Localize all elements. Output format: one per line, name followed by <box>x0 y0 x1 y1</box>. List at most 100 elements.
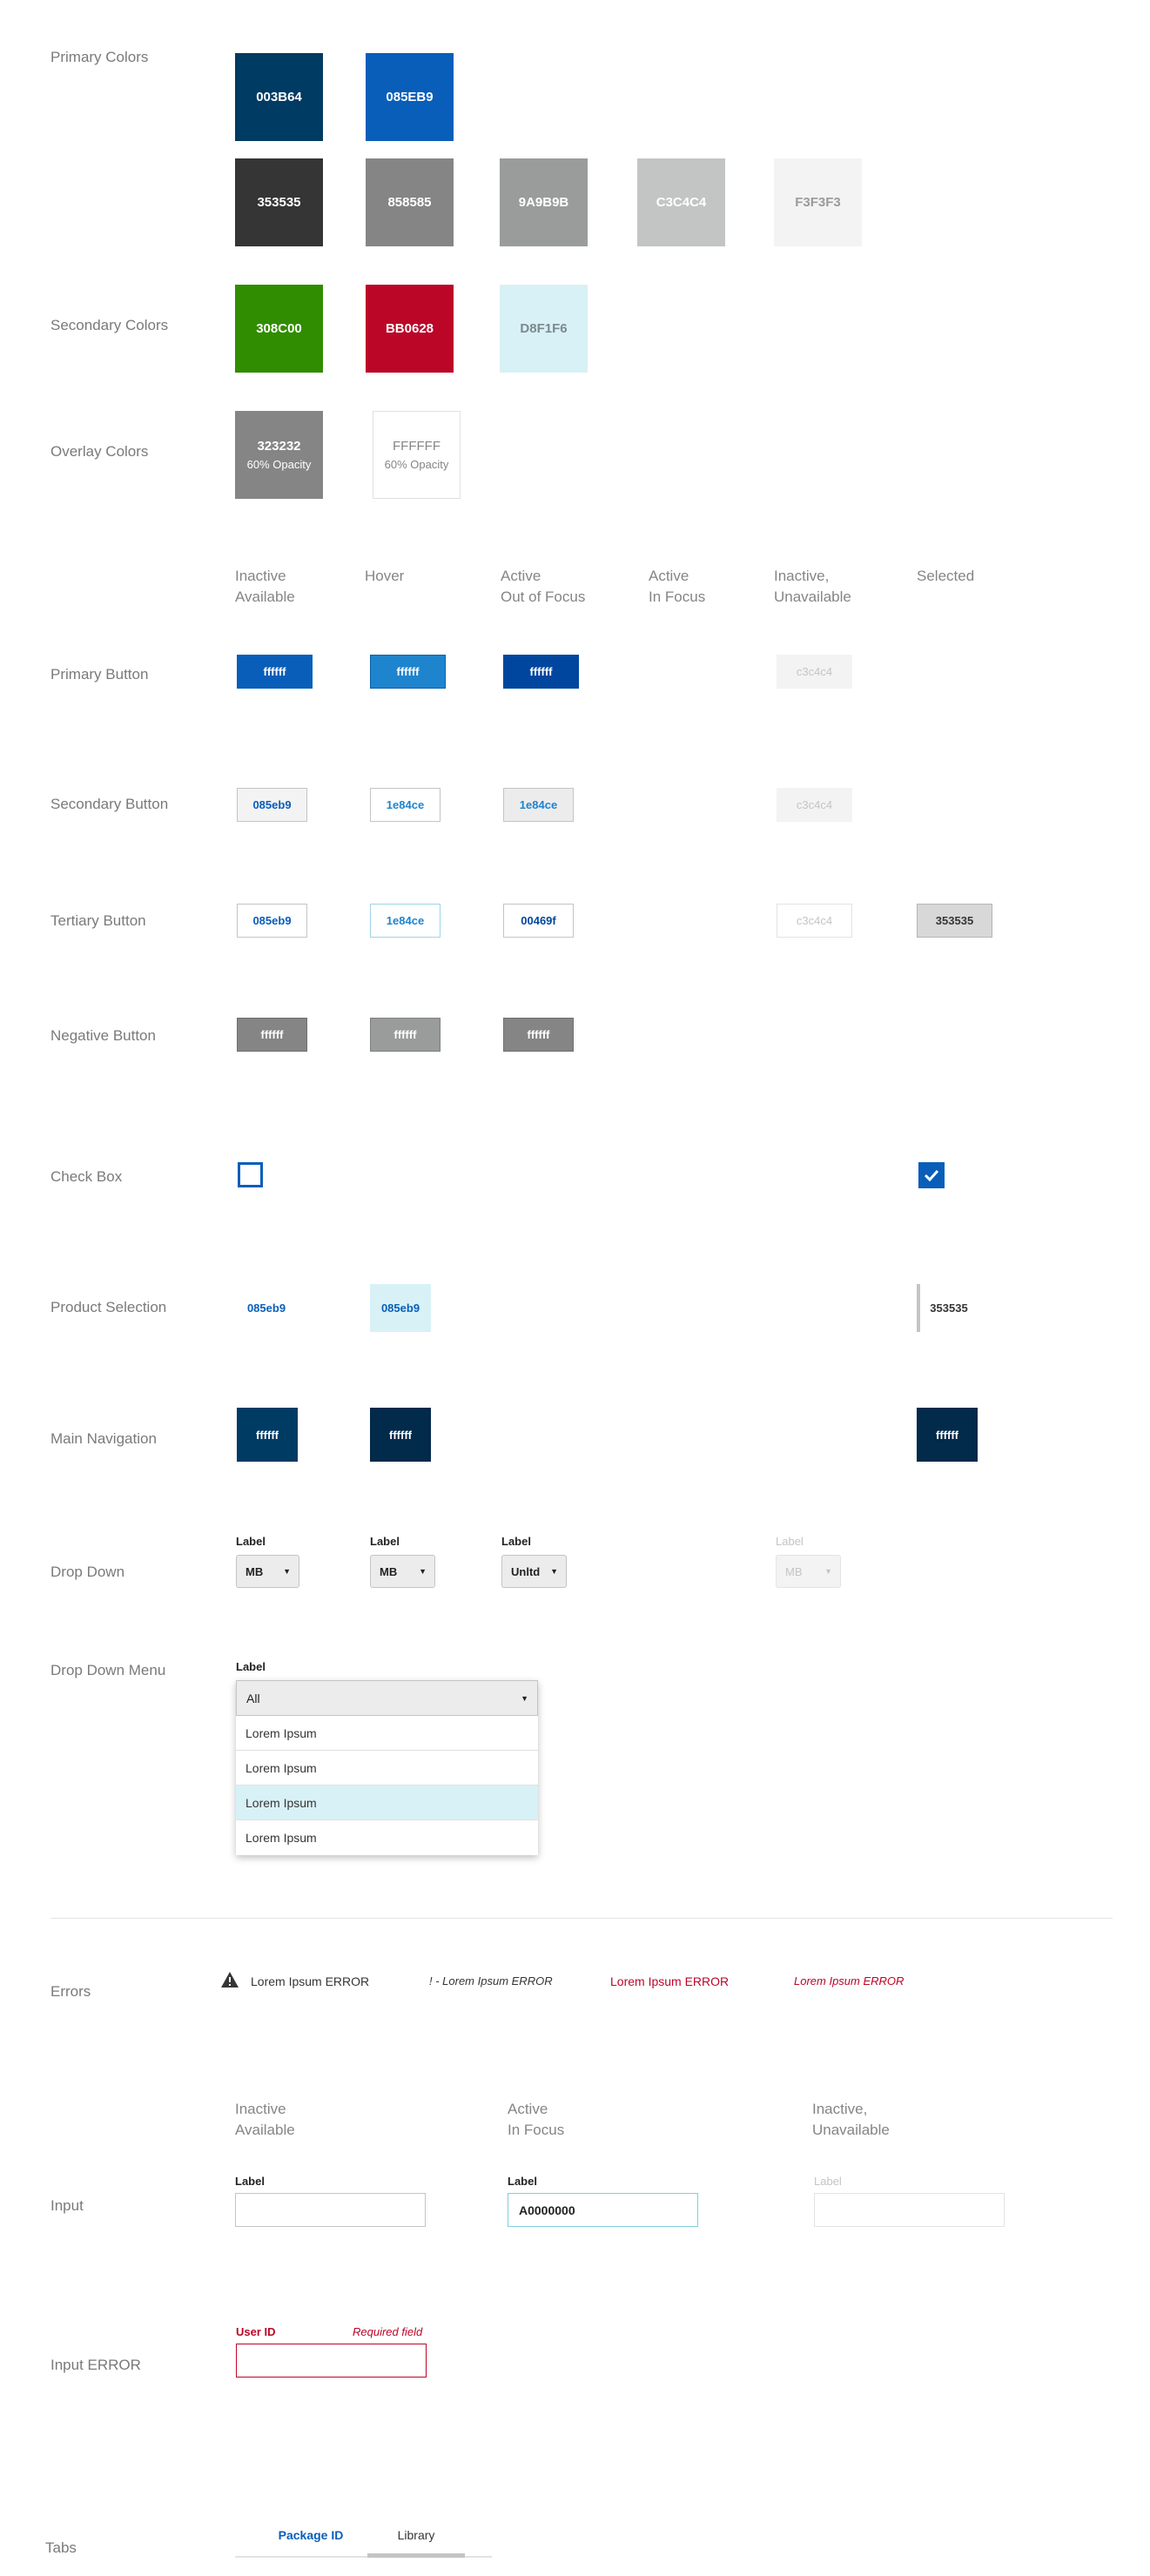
tertiary-button-hover[interactable]: 1e84ce <box>370 904 440 938</box>
state-head-unavailable: Inactive, Unavailable <box>774 568 851 605</box>
input-active[interactable]: A0000000 <box>508 2193 698 2227</box>
primary-colors-label: Primary Colors <box>50 49 149 65</box>
swatch-c3c4c4: C3C4C4 <box>637 158 725 246</box>
tertiary-button-selected[interactable]: 353535 <box>917 904 992 938</box>
negative-button-inactive[interactable]: ffffff <box>237 1018 307 1052</box>
secondary-button-inactive[interactable]: 085eb9 <box>237 788 307 822</box>
primary-button-label: Primary Button <box>50 666 149 683</box>
product-selection-label: Product Selection <box>50 1299 167 1315</box>
input-active-label: Label <box>508 2175 537 2188</box>
tertiary-button-label: Tertiary Button <box>50 912 146 929</box>
drop-down-inactive[interactable]: MB ▼ <box>236 1555 299 1588</box>
tab-package-id[interactable]: Package ID <box>272 2528 350 2542</box>
input-unavailable <box>814 2193 1005 2227</box>
swatch-308c00: 308C00 <box>235 285 323 373</box>
check-icon <box>924 1169 939 1181</box>
input-head-unavailable: Inactive, Unavailable <box>812 2101 890 2138</box>
main-nav-hover[interactable]: ffffff <box>370 1408 431 1462</box>
overlay-colors-label: Overlay Colors <box>50 443 149 460</box>
tertiary-button-active[interactable]: 00469f <box>503 904 574 938</box>
negative-button-active[interactable]: ffffff <box>503 1018 574 1052</box>
drop-down-menu-item[interactable]: Lorem Ipsum <box>236 1820 538 1855</box>
swatch-003b64: 003B64 <box>235 53 323 141</box>
state-head-selected: Selected <box>917 568 975 584</box>
input-unavailable-label: Label <box>814 2175 842 2188</box>
drop-down-menu: All ▼ Lorem Ipsum Lorem Ipsum Lorem Ipsu… <box>236 1680 538 1855</box>
main-nav-selected[interactable]: ffffff <box>917 1408 978 1462</box>
checkbox-unchecked[interactable] <box>238 1162 263 1187</box>
input-error-field[interactable] <box>236 2344 427 2378</box>
product-selection-inactive[interactable]: 085eb9 <box>237 1284 296 1332</box>
check-box-label: Check Box <box>50 1168 123 1185</box>
tabs-label: Tabs <box>45 2539 77 2556</box>
secondary-button-label: Secondary Button <box>50 796 169 812</box>
swatch-bb0628: BB0628 <box>366 285 454 373</box>
input-inactive[interactable] <box>235 2193 426 2227</box>
drop-down-menu-item[interactable]: Lorem Ipsum <box>236 1716 538 1751</box>
caret-down-icon: ▼ <box>419 1567 427 1576</box>
swatch-9a9b9b: 9A9B9B <box>500 158 588 246</box>
secondary-button-hover[interactable]: 1e84ce <box>370 788 440 822</box>
caret-down-icon: ▼ <box>283 1567 291 1576</box>
main-navigation-label: Main Navigation <box>50 1430 157 1447</box>
caret-down-icon: ▼ <box>824 1567 832 1576</box>
input-head-inactive: Inactive Available <box>235 2101 295 2138</box>
product-selection-hover[interactable]: 085eb9 <box>370 1284 431 1332</box>
tertiary-button-unavailable: c3c4c4 <box>777 904 852 938</box>
swatch-f3f3f3: F3F3F3 <box>774 158 862 246</box>
swatch-overlay-ffffff: FFFFFF 60% Opacity <box>373 411 461 499</box>
drop-down-hover[interactable]: MB ▼ <box>370 1555 435 1588</box>
swatch-353535: 353535 <box>235 158 323 246</box>
input-error-label: Input ERROR <box>50 2357 141 2373</box>
swatch-overlay-323232: 323232 60% Opacity <box>235 411 323 499</box>
primary-button-inactive[interactable]: ffffff <box>237 655 313 689</box>
state-head-hover: Hover <box>365 568 405 584</box>
drop-down-label: Drop Down <box>50 1564 125 1580</box>
tertiary-button-inactive[interactable]: 085eb9 <box>237 904 307 938</box>
secondary-button-active[interactable]: 1e84ce <box>503 788 574 822</box>
state-head-active-in: Active In Focus <box>649 568 706 605</box>
warning-icon <box>220 1971 239 1993</box>
errors-label: Errors <box>50 1983 91 2000</box>
swatch-858585: 858585 <box>366 158 454 246</box>
checkbox-checked[interactable] <box>918 1162 945 1188</box>
error-message-icon: Lorem Ipsum ERROR <box>251 1974 370 1988</box>
negative-button-label: Negative Button <box>50 1027 156 1044</box>
drop-down-menu-field-label: Label <box>236 1660 266 1673</box>
caret-down-icon: ▼ <box>521 1693 528 1703</box>
drop-down-active-label: Label <box>501 1535 531 1548</box>
tab-library[interactable]: Library <box>367 2528 465 2542</box>
input-error-field-label: User ID <box>236 2325 276 2338</box>
secondary-button-unavailable: c3c4c4 <box>777 788 852 822</box>
product-selection-selected[interactable]: 353535 <box>917 1284 978 1332</box>
primary-button-active[interactable]: ffffff <box>503 655 579 689</box>
input-head-active: Active In Focus <box>508 2101 565 2138</box>
swatch-085eb9: 085EB9 <box>366 53 454 141</box>
error-message-prefix: ! - Lorem Ipsum ERROR <box>429 1974 553 1987</box>
drop-down-hover-label: Label <box>370 1535 400 1548</box>
drop-down-menu-select[interactable]: All ▼ <box>236 1680 538 1716</box>
state-head-active-out: Active Out of Focus <box>501 568 586 605</box>
caret-down-icon: ▼ <box>550 1567 558 1576</box>
drop-down-menu-item-hovered[interactable]: Lorem Ipsum <box>236 1786 538 1820</box>
drop-down-active[interactable]: Unltd ▼ <box>501 1555 567 1588</box>
primary-button-hover[interactable]: ffffff <box>370 655 446 689</box>
drop-down-unavailable: MB ▼ <box>776 1555 841 1588</box>
error-message-red-italic: Lorem Ipsum ERROR <box>794 1974 905 1987</box>
section-divider <box>50 1918 1113 1919</box>
tab-library-indicator <box>367 2553 465 2558</box>
drop-down-unavailable-label: Label <box>776 1535 804 1548</box>
error-message-red: Lorem Ipsum ERROR <box>610 1974 730 1988</box>
drop-down-menu-label: Drop Down Menu <box>50 1662 166 1678</box>
state-head-inactive: Inactive Available <box>235 568 295 605</box>
input-label: Input <box>50 2197 84 2214</box>
main-nav-inactive[interactable]: ffffff <box>237 1408 298 1462</box>
drop-down-inactive-label: Label <box>236 1535 266 1548</box>
input-inactive-label: Label <box>235 2175 265 2188</box>
swatch-d8f1f6: D8F1F6 <box>500 285 588 373</box>
primary-button-unavailable: c3c4c4 <box>777 655 852 689</box>
drop-down-menu-item[interactable]: Lorem Ipsum <box>236 1751 538 1786</box>
input-error-message: Required field <box>353 2325 423 2338</box>
negative-button-hover[interactable]: ffffff <box>370 1018 440 1052</box>
secondary-colors-label: Secondary Colors <box>50 317 169 333</box>
